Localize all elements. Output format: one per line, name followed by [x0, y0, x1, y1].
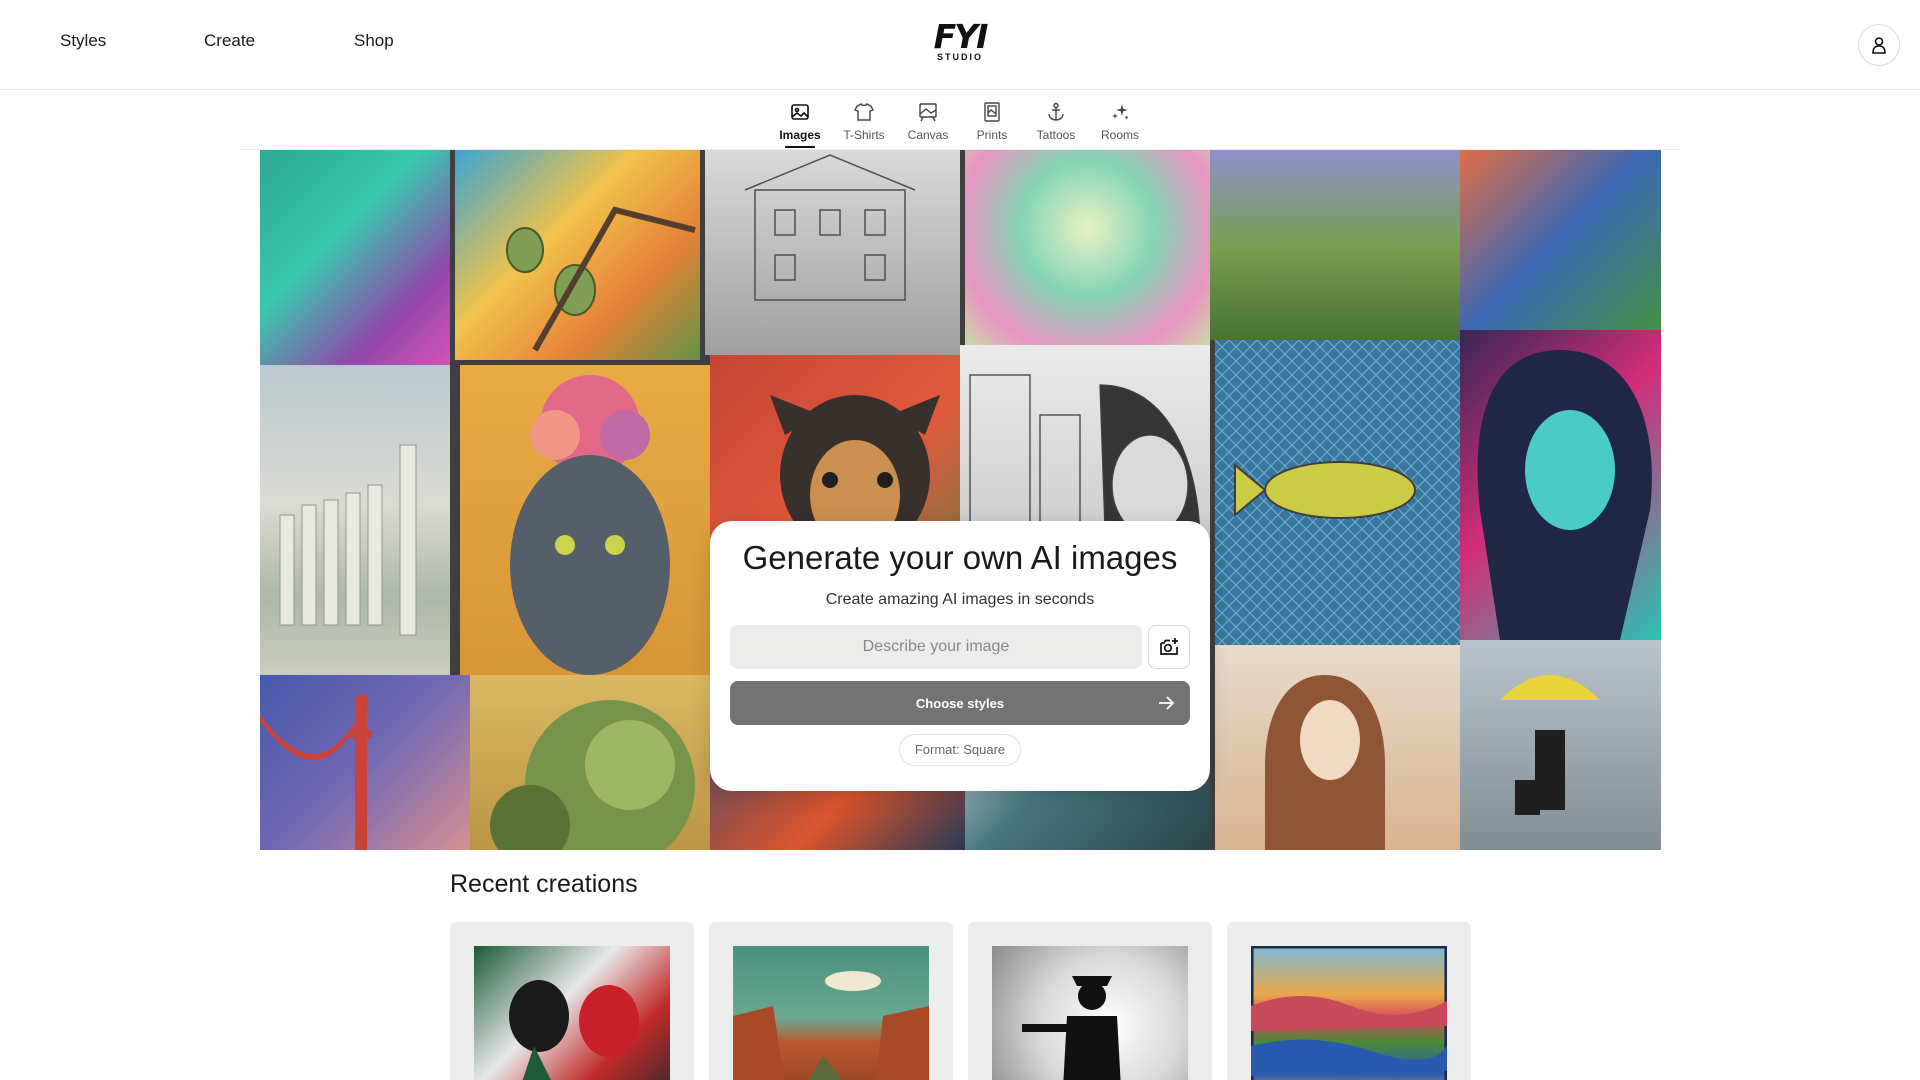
collage-image-neon-girl: [1460, 330, 1661, 640]
collage-image-fish-net: [1215, 340, 1460, 645]
choose-styles-button[interactable]: Choose styles: [730, 681, 1190, 725]
tab-tattoos-label: Tattoos: [1036, 128, 1076, 142]
print-icon: [980, 100, 1004, 124]
camera-add-icon: [1160, 638, 1178, 655]
creation-thumbnail: [992, 946, 1188, 1080]
tab-tshirts[interactable]: T-Shirts: [834, 100, 894, 146]
tshirt-icon: [852, 100, 876, 124]
user-icon: [1872, 37, 1886, 54]
collage-image-fence: [260, 365, 450, 675]
site-header: Styles Create Shop FYI STUDIO: [0, 0, 1920, 90]
upload-image-button[interactable]: [1148, 625, 1190, 669]
recent-creations-heading: Recent creations: [450, 870, 638, 898]
creation-card[interactable]: [1227, 922, 1471, 1080]
collage-image-golden-gate: [260, 675, 470, 850]
sparkle-icon: [1108, 100, 1132, 124]
tab-images-label: Images: [779, 128, 821, 142]
nav-shop-link[interactable]: Shop: [354, 31, 394, 51]
creation-thumbnail: [1251, 946, 1447, 1080]
format-selector[interactable]: Format: Square: [899, 734, 1021, 766]
collage-image-teal-face: [260, 150, 450, 365]
creation-card[interactable]: [450, 922, 694, 1080]
creation-thumbnail: [733, 946, 929, 1080]
collage-image-sketch-building: [705, 150, 960, 355]
generate-card: Generate your own AI images Create amazi…: [710, 521, 1210, 791]
tab-rooms-label: Rooms: [1100, 128, 1139, 142]
page-subtitle: Create amazing AI images in seconds: [825, 591, 1095, 608]
creation-card[interactable]: [709, 922, 953, 1080]
tab-canvas-label: Canvas: [907, 128, 949, 142]
collage-image-glass-orb: [965, 150, 1210, 345]
tab-images[interactable]: Images: [770, 100, 830, 148]
tab-prints[interactable]: Prints: [962, 100, 1022, 146]
collage-image-green-trees: [470, 675, 710, 850]
nav-styles-link[interactable]: Styles: [60, 31, 106, 51]
collage-image-umbrella-woman: [1460, 640, 1661, 850]
logo-wordmark: FYI: [933, 17, 989, 56]
nav-create-link[interactable]: Create: [204, 31, 255, 51]
page-title: Generate your own AI images: [742, 539, 1178, 576]
creation-card[interactable]: [968, 922, 1212, 1080]
tab-prints-label: Prints: [976, 128, 1008, 142]
tab-canvas[interactable]: Canvas: [898, 100, 958, 146]
image-icon: [788, 100, 812, 124]
creation-thumbnail: [474, 946, 670, 1080]
collage-image-cat-flowers: [460, 365, 710, 675]
arrow-right-icon: [1159, 696, 1175, 710]
tab-rooms[interactable]: Rooms: [1090, 100, 1150, 146]
tab-tattoos[interactable]: Tattoos: [1026, 100, 1086, 146]
collage-image-olive-branch: [455, 150, 700, 360]
canvas-icon: [916, 100, 940, 124]
anchor-icon: [1044, 100, 1068, 124]
collage-image-dancing-figures: [1460, 150, 1661, 330]
category-tabs: Images T-Shirts Canvas Prints Tattoos Ro…: [0, 90, 1920, 150]
account-button[interactable]: [1858, 24, 1900, 66]
collage-image-garden-hill: [1210, 150, 1460, 340]
tab-tshirts-label: T-Shirts: [843, 128, 885, 142]
collage-image-woman-leaves: [1215, 645, 1460, 850]
site-logo[interactable]: FYI STUDIO: [930, 17, 990, 62]
logo-subtext: STUDIO: [936, 52, 983, 62]
describe-image-input[interactable]: [730, 625, 1142, 669]
choose-styles-label: Choose styles: [915, 695, 1005, 711]
